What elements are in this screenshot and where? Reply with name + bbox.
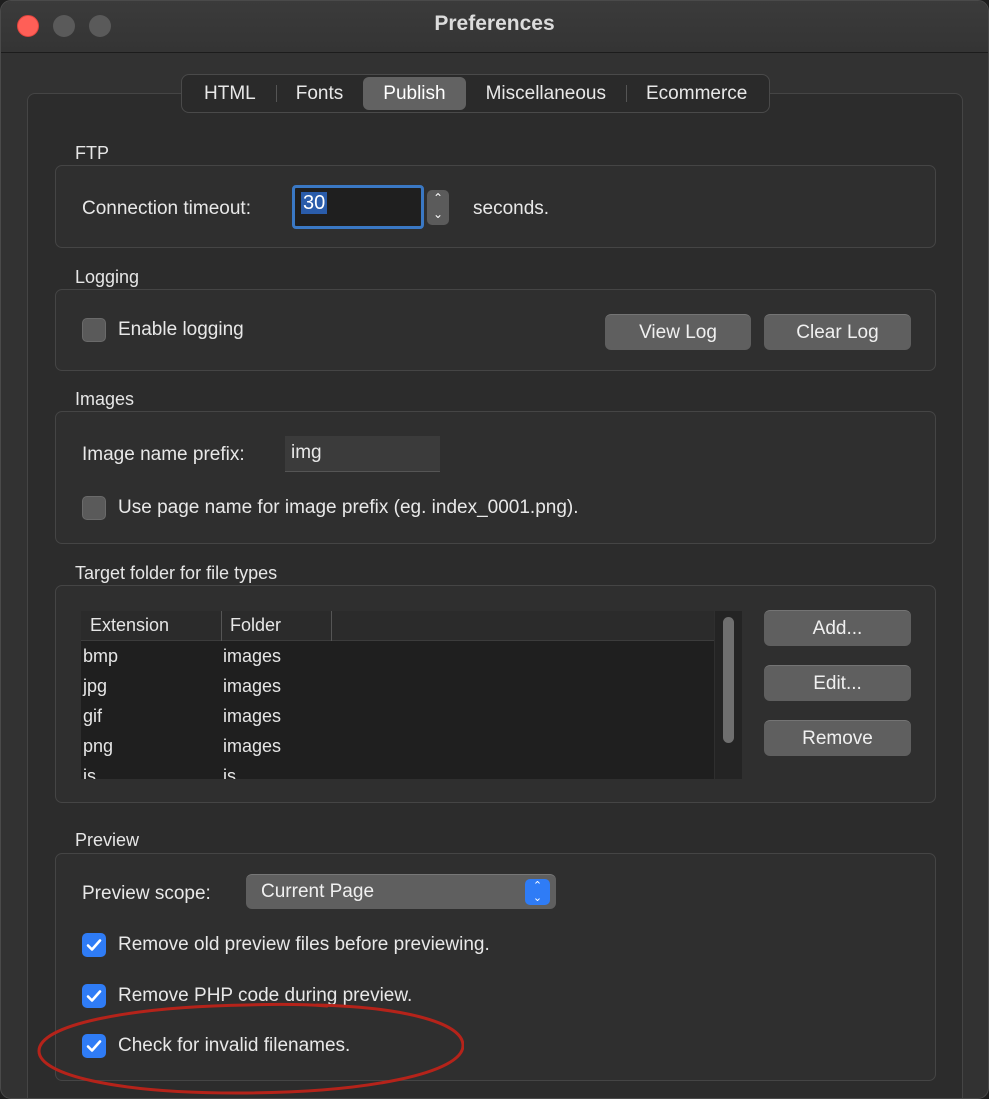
ftp-section-label: FTP (75, 143, 109, 163)
window-title: Preferences (434, 12, 555, 35)
tab-publish[interactable]: Publish (363, 77, 466, 110)
image-prefix-label: Image name prefix: (82, 444, 245, 465)
folder-cell: images (223, 646, 282, 666)
table-header: Extension Folder (81, 611, 714, 641)
remove-php-code-label: Remove PHP code during preview. (118, 985, 413, 1006)
column-header-folder[interactable]: Folder (230, 615, 281, 636)
images-group (55, 411, 936, 544)
enable-logging-label: Enable logging (118, 319, 244, 340)
folder-cell: images (223, 676, 282, 696)
scrollbar-thumb[interactable] (723, 617, 734, 743)
column-divider[interactable] (331, 611, 332, 641)
logging-section-label: Logging (75, 267, 140, 287)
table-row[interactable]: jpg images (81, 673, 714, 703)
connection-timeout-value: 30 (301, 192, 328, 214)
select-arrows-icon: ⌃ ⌄ (525, 879, 550, 905)
remove-file-type-button[interactable]: Remove (764, 720, 911, 756)
extension-cell: png (83, 736, 114, 756)
timeout-stepper[interactable]: ⌃ ⌄ (427, 190, 449, 225)
table-row[interactable]: js js (81, 763, 714, 779)
chevron-down-icon[interactable]: ⌄ (427, 206, 449, 222)
remove-old-preview-label: Remove old preview files before previewi… (118, 934, 490, 955)
chevron-up-icon[interactable]: ⌃ (427, 190, 449, 206)
checkmark-icon (86, 990, 102, 1002)
remove-php-code-checkbox[interactable] (82, 984, 106, 1008)
preferences-tab-bar: HTML Fonts Publish Miscellaneous Ecommer… (181, 74, 771, 113)
extension-cell: bmp (83, 646, 119, 666)
use-page-name-checkbox[interactable] (82, 496, 106, 520)
check-invalid-filenames-checkbox[interactable] (82, 1034, 106, 1058)
preview-scope-label: Preview scope: (82, 883, 211, 904)
table-row[interactable]: gif images (81, 703, 714, 733)
table-row[interactable]: png images (81, 733, 714, 763)
tab-miscellaneous[interactable]: Miscellaneous (466, 77, 626, 110)
tab-html[interactable]: HTML (184, 77, 276, 110)
folder-cell: js (223, 766, 236, 779)
extension-cell: gif (83, 706, 103, 726)
image-prefix-input[interactable]: img (285, 436, 440, 472)
view-log-button[interactable]: View Log (605, 314, 751, 350)
remove-old-preview-checkbox[interactable] (82, 933, 106, 957)
table-row[interactable]: bmp images (81, 643, 714, 673)
preview-scope-select[interactable]: Current Page ⌃ ⌄ (246, 874, 556, 909)
title-bar[interactable]: Preferences (1, 1, 988, 53)
checkmark-icon (86, 939, 102, 951)
tab-ecommerce[interactable]: Ecommerce (626, 77, 767, 110)
connection-timeout-label: Connection timeout: (82, 198, 251, 219)
add-file-type-button[interactable]: Add... (764, 610, 911, 646)
checkmark-icon (86, 1040, 102, 1052)
column-divider[interactable] (221, 611, 222, 641)
seconds-label: seconds. (473, 198, 550, 219)
edit-file-type-button[interactable]: Edit... (764, 665, 911, 701)
use-page-name-label: Use page name for image prefix (eg. inde… (118, 497, 579, 518)
column-header-extension[interactable]: Extension (90, 615, 169, 636)
extension-cell: jpg (83, 676, 108, 696)
extension-cell: js (83, 766, 96, 779)
target-folder-section-label: Target folder for file types (75, 563, 278, 583)
preview-section-label: Preview (75, 830, 140, 850)
check-invalid-filenames-label: Check for invalid filenames. (118, 1035, 351, 1056)
enable-logging-checkbox[interactable] (82, 318, 106, 342)
folder-cell: images (223, 736, 282, 756)
preferences-window: Preferences HTML Fonts Publish Miscellan… (0, 0, 989, 1099)
connection-timeout-input[interactable]: 30 (292, 185, 424, 229)
file-type-table[interactable]: Extension Folder bmp images jpg images g… (81, 611, 714, 779)
tab-fonts[interactable]: Fonts (275, 77, 364, 110)
folder-cell: images (223, 706, 282, 726)
table-scrollbar[interactable] (715, 611, 742, 779)
preview-scope-value: Current Page (261, 881, 375, 902)
clear-log-button[interactable]: Clear Log (764, 314, 911, 350)
images-section-label: Images (75, 389, 135, 409)
